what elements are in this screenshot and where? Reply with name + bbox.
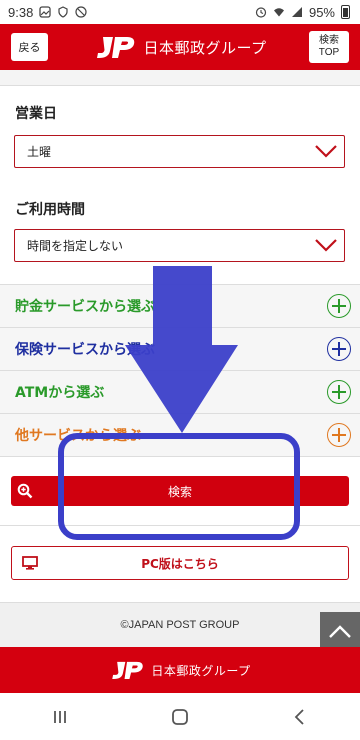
divider — [0, 525, 360, 526]
plus-circle-icon — [327, 423, 351, 447]
service-label: 保険サービスから選ぶ — [15, 342, 155, 358]
plus-circle-icon — [327, 337, 351, 361]
footer-logo[interactable]: 日本郵政グループ — [109, 659, 250, 681]
pc-version-label: PC版はこちら — [141, 556, 219, 571]
battery-icon — [341, 5, 350, 19]
status-bar: 9:38 95% — [0, 0, 360, 24]
jp-logo-icon — [97, 37, 135, 58]
service-other[interactable]: 他サービスから選ぶ — [0, 414, 360, 457]
android-nav-bar — [0, 693, 360, 740]
header-strip — [0, 70, 360, 86]
home-icon[interactable] — [170, 707, 190, 727]
status-bar-left: 9:38 — [8, 5, 87, 20]
status-bar-right: 95% — [255, 5, 350, 20]
app-header: 戻る 日本郵政グループ 検索 TOP — [0, 24, 360, 70]
search-button-label: 検索 — [167, 484, 192, 499]
service-atm[interactable]: ATMから選ぶ — [0, 371, 360, 414]
brand-logo[interactable]: 日本郵政グループ — [93, 34, 266, 60]
shield-icon — [58, 6, 68, 18]
plus-circle-icon — [327, 380, 351, 404]
zoom-icon — [17, 483, 33, 499]
business-day-select[interactable]: 土曜 — [14, 135, 345, 168]
wifi-icon — [273, 8, 284, 17]
business-day-label: 営業日 — [15, 106, 57, 122]
brand-name: 日本郵政グループ — [143, 38, 267, 57]
battery-percent: 95% — [308, 4, 335, 20]
hours-label: ご利用時間 — [15, 202, 85, 218]
business-day-value: 土曜 — [27, 145, 52, 159]
copyright-text: ©JAPAN POST GROUP — [120, 619, 240, 631]
search-top-line2: TOP — [318, 47, 340, 58]
do-not-disturb-icon — [75, 6, 87, 18]
back-nav-icon[interactable] — [290, 707, 310, 727]
service-savings[interactable]: 貯金サービスから選ぶ — [0, 285, 360, 328]
signal-icon — [291, 7, 302, 17]
recent-apps-icon[interactable] — [50, 707, 70, 727]
chevron-up-icon — [329, 625, 351, 638]
status-time: 9:38 — [8, 4, 34, 20]
pc-version-button[interactable]: PC版はこちら — [11, 546, 349, 580]
chevron-down-icon — [315, 239, 337, 252]
alarm-icon — [255, 7, 267, 18]
scroll-to-top-button[interactable] — [320, 612, 360, 652]
footer-brand-name: 日本郵政グループ — [151, 663, 251, 678]
footer-brand-bar: 日本郵政グループ — [0, 647, 360, 693]
back-button[interactable]: 戻る — [11, 33, 48, 61]
service-label: ATMから選ぶ — [15, 385, 105, 401]
search-top-button[interactable]: 検索 TOP — [309, 31, 349, 63]
search-button[interactable]: 検索 — [11, 476, 349, 506]
monitor-icon — [22, 556, 38, 570]
copyright-bar: ©JAPAN POST GROUP — [0, 602, 360, 647]
service-list: 貯金サービスから選ぶ 保険サービスから選ぶ ATMから選ぶ 他サービスから選ぶ — [0, 284, 360, 457]
jp-logo-icon — [112, 661, 144, 679]
hours-value: 時間を指定しない — [27, 239, 124, 253]
plus-circle-icon — [327, 294, 351, 318]
hours-select[interactable]: 時間を指定しない — [14, 229, 345, 262]
service-label: 貯金サービスから選ぶ — [15, 299, 155, 315]
gallery-icon — [39, 6, 51, 18]
service-label: 他サービスから選ぶ — [15, 428, 141, 444]
chevron-down-icon — [315, 145, 337, 158]
search-top-line1: 検索 — [319, 35, 339, 46]
service-insurance[interactable]: 保険サービスから選ぶ — [0, 328, 360, 371]
